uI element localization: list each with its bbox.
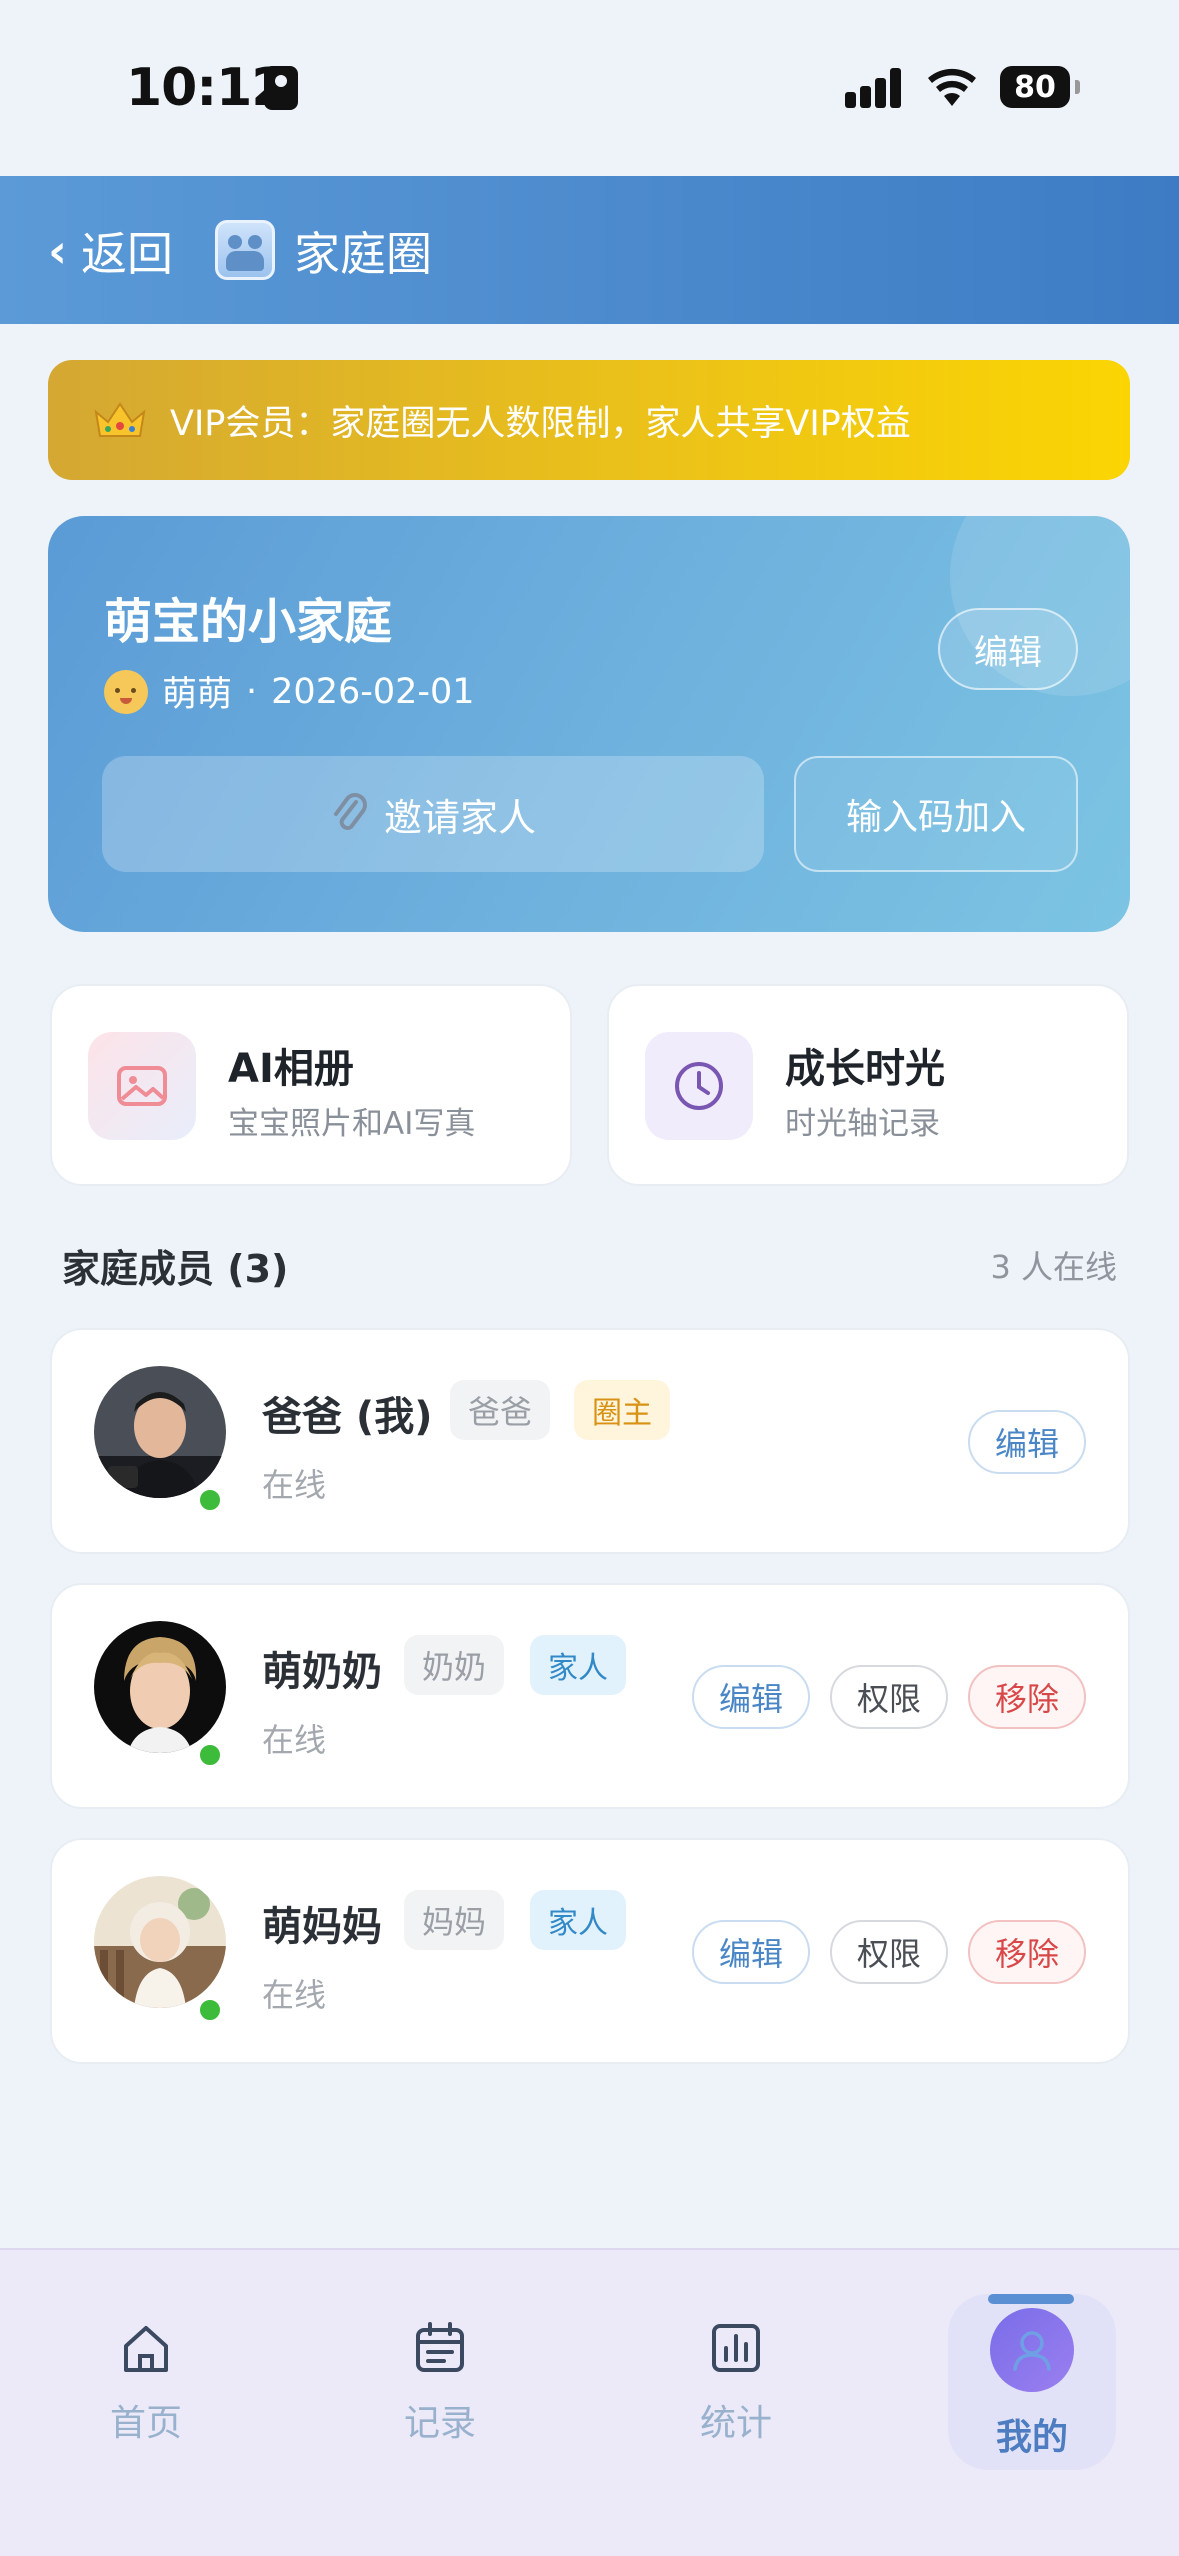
- active-tab-indicator: [988, 2294, 1074, 2304]
- calendar-icon: [416, 2322, 464, 2372]
- tab-home[interactable]: 首页: [62, 2294, 230, 2470]
- battery-icon: 80: [1000, 66, 1080, 108]
- member-role-tag: 妈妈: [404, 1890, 505, 1950]
- baby-birth-date: 2026-02-01: [271, 671, 475, 712]
- avatar: [94, 1876, 226, 2008]
- edit-member-button[interactable]: 编辑: [968, 1410, 1086, 1474]
- feature-title: AI相册: [228, 1046, 354, 1092]
- image-icon: [88, 1032, 196, 1140]
- status-time: 10:12: [126, 58, 288, 118]
- online-indicator: [196, 1486, 224, 1514]
- avatar: [94, 1621, 226, 1753]
- remove-member-button[interactable]: 移除: [968, 1920, 1086, 1984]
- feature-subtitle: 时光轴记录: [785, 1106, 940, 1142]
- member-row[interactable]: 爸爸 (我) 爸爸 圈主 在线 编辑: [50, 1328, 1130, 1554]
- edit-member-button[interactable]: 编辑: [692, 1665, 810, 1729]
- tab-label: 记录: [403, 2403, 476, 2444]
- tab-label: 统计: [699, 2403, 772, 2444]
- page-title: 家庭圈: [294, 227, 432, 281]
- avatar: [94, 1366, 226, 1498]
- growth-time-card[interactable]: 成长时光 时光轴记录: [607, 984, 1129, 1186]
- member-role-tag: 爸爸: [450, 1380, 551, 1440]
- back-button[interactable]: ‹ 返回: [48, 218, 173, 284]
- tab-label: 首页: [109, 2403, 182, 2444]
- tab-label: 我的: [995, 2417, 1068, 2458]
- back-label: 返回: [80, 227, 173, 281]
- cellular-signal-icon: [845, 68, 907, 108]
- wifi-icon: [928, 68, 976, 106]
- member-name: 萌妈妈: [262, 1904, 382, 1950]
- join-by-code-button[interactable]: 输入码加入: [794, 756, 1078, 872]
- member-name: 萌奶奶: [262, 1649, 382, 1695]
- top-header: ‹ 返回 家庭圈: [0, 176, 1179, 324]
- vip-banner-text: VIP会员：家庭圈无人数限制，家人共享VIP权益: [170, 403, 911, 444]
- baby-name: 萌萌: [162, 675, 233, 715]
- paperclip-icon: [333, 793, 367, 831]
- member-name: 爸爸 (我): [262, 1394, 433, 1440]
- member-role-tag: 奶奶: [404, 1635, 505, 1695]
- family-badge: 家人: [530, 1890, 626, 1950]
- clock-icon: [645, 1032, 753, 1140]
- family-name: 萌宝的小家庭: [104, 594, 393, 650]
- permissions-button[interactable]: 权限: [830, 1920, 948, 1984]
- baby-face-icon: [104, 669, 148, 714]
- family-icon: [215, 220, 275, 280]
- edit-family-button[interactable]: 编辑: [938, 608, 1078, 690]
- profile-icon: [990, 2308, 1074, 2392]
- online-count: 3 人在线: [990, 1248, 1117, 1286]
- owner-badge: 圈主: [574, 1380, 670, 1440]
- online-indicator: [196, 1741, 224, 1769]
- chart-icon: [712, 2324, 760, 2372]
- member-row[interactable]: 萌奶奶 奶奶 家人 在线 编辑 权限 移除: [50, 1583, 1130, 1809]
- invite-family-button[interactable]: 邀请家人: [102, 756, 764, 872]
- focus-badge-icon: [264, 66, 298, 110]
- member-status: 在线: [262, 1466, 327, 1504]
- crown-icon: [94, 402, 146, 437]
- feature-subtitle: 宝宝照片和AI写真: [228, 1106, 476, 1142]
- tab-mine[interactable]: 我的: [948, 2294, 1116, 2470]
- status-bar: 10:12 80: [0, 0, 1179, 176]
- bottom-tab-bar: 首页 记录 统计 我的: [0, 2248, 1179, 2556]
- vip-banner[interactable]: VIP会员：家庭圈无人数限制，家人共享VIP权益: [48, 360, 1130, 480]
- member-status: 在线: [262, 1721, 327, 1759]
- home-icon: [124, 2326, 168, 2372]
- edit-member-button[interactable]: 编辑: [692, 1920, 810, 1984]
- family-badge: 家人: [530, 1635, 626, 1695]
- baby-info: 萌萌 · 2026-02-01: [104, 666, 475, 717]
- family-card: 萌宝的小家庭 萌萌 · 2026-02-01 编辑 邀请家人 输入码加入: [48, 516, 1130, 932]
- remove-member-button[interactable]: 移除: [968, 1665, 1086, 1729]
- member-row[interactable]: 萌妈妈 妈妈 家人 在线 编辑 权限 移除: [50, 1838, 1130, 2064]
- invite-label: 邀请家人: [383, 795, 536, 840]
- info-separator: ·: [246, 671, 258, 712]
- ai-album-card[interactable]: AI相册 宝宝照片和AI写真: [50, 984, 572, 1186]
- online-indicator: [196, 1996, 224, 2024]
- members-section-title: 家庭成员 (3): [62, 1247, 289, 1291]
- permissions-button[interactable]: 权限: [830, 1665, 948, 1729]
- tab-statistics[interactable]: 统计: [652, 2294, 820, 2470]
- feature-title: 成长时光: [785, 1046, 945, 1092]
- member-status: 在线: [262, 1976, 327, 2014]
- chevron-left-icon: ‹: [48, 224, 67, 278]
- tab-records[interactable]: 记录: [356, 2294, 524, 2470]
